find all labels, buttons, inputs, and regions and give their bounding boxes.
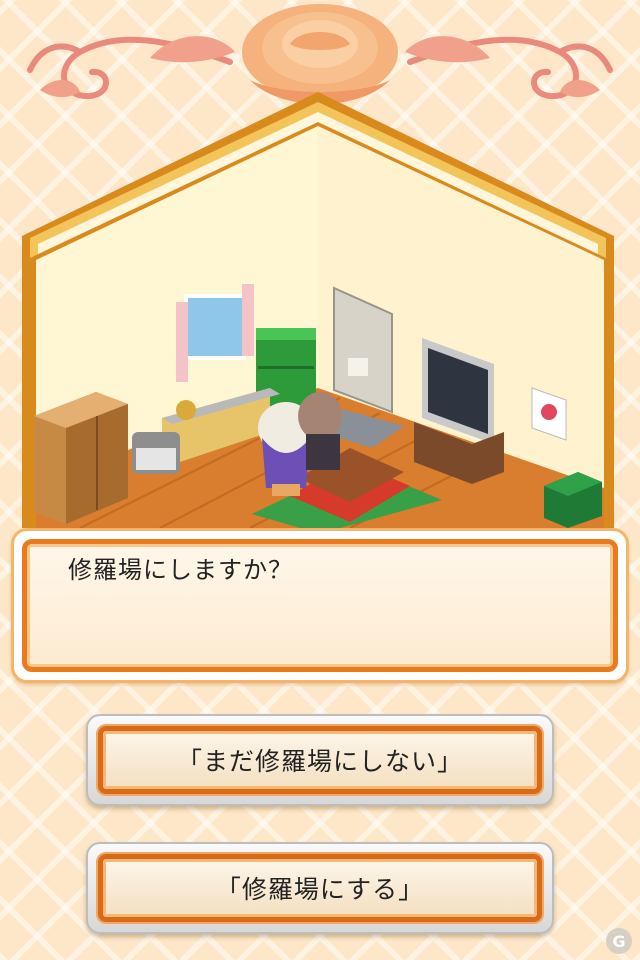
choice-button-not-yet[interactable]: 「まだ修羅場にしない」 [86, 714, 554, 806]
choice-button-yes[interactable]: 「修羅場にする」 [86, 842, 554, 934]
room-scene [22, 92, 614, 528]
choice-button-frame[interactable]: 「まだ修羅場にしない」 [98, 726, 542, 794]
dialog-text: 修羅場にしますか？ [68, 556, 293, 584]
choice-label: 「修羅場にする」 [215, 875, 425, 904]
choice-label: 「まだ修羅場にしない」 [176, 747, 463, 776]
choice-button-frame[interactable]: 「修羅場にする」 [98, 854, 542, 922]
g-logo-icon: G [606, 928, 632, 954]
